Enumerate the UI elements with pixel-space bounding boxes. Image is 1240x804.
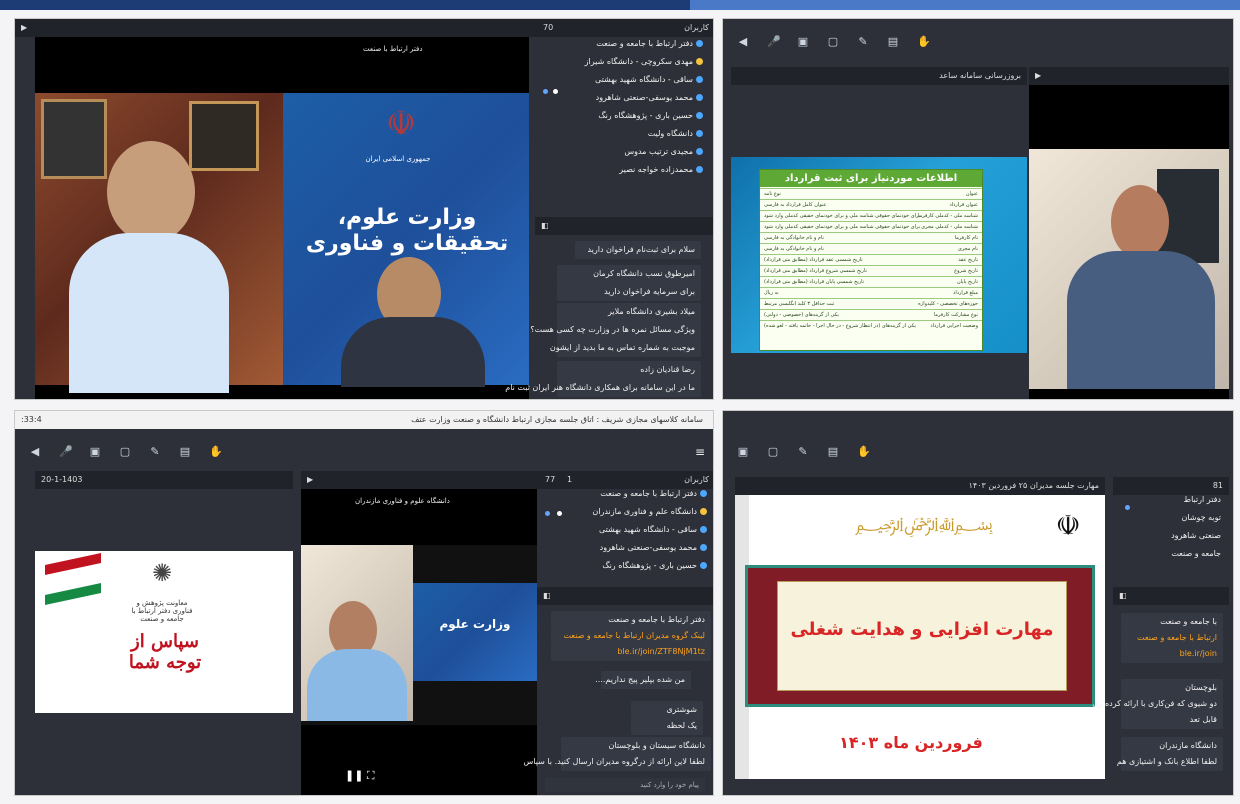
pen-icon[interactable]: ✎ [857,35,869,48]
participants-list: دفتر ارتباط توبه چوشان صنعتی شاهرود جامع… [1113,495,1229,575]
chat-message: میلاد بشیری دانشگاه ملایر [557,303,701,321]
presentation-header: مهارت جلسه مدیران ۲۵ فروردین ۱۴۰۳ [735,477,1105,495]
chat-header: ◧ [1113,587,1229,605]
chat-message: ویژگی مسائل نمره ها در وزارت چه کسی هست؟ [530,321,701,339]
speaker-icon[interactable]: ◀ [737,35,749,48]
user-row[interactable]: حسین باری - پژوهشگاه رنگ [598,111,703,129]
mic-icon [543,89,548,94]
pen-icon[interactable]: ✎ [797,445,809,458]
participants-count: 70 [543,23,554,32]
file-icon[interactable]: ▤ [887,35,899,48]
user-row[interactable]: ساقی - دانشگاه شهید بهشتی [595,75,703,93]
user-row[interactable]: دانشگاه علم و فناوری مازندران [592,507,707,525]
user-row[interactable]: محمد یوسفی-صنعتی شاهرود [600,543,707,561]
hand-icon[interactable]: ✋ [917,35,931,48]
toolbar: ◀ 🎤 ▣ ▢ ✎ ▤ ✋ [737,35,931,48]
window-title: سامانه کلاسهای مجازی شریف : اتاق جلسه مج… [411,415,703,424]
chat-message: امیرطوق نسب دانشگاه کرمان [557,265,701,283]
screenshot-collage: ▶ کاربران 70 دفتر ارتباط با صنعت ☫ جمهور… [0,0,1240,804]
mic-icon[interactable]: 🎤 [767,35,781,48]
top-accent-highlight [690,0,1240,10]
video-title: دفتر ارتباط با صنعت [363,45,423,53]
camera-icon [553,89,558,94]
share-icon[interactable]: ▢ [767,445,779,458]
file-icon[interactable]: ▤ [827,445,839,458]
user-row[interactable]: محمد یوسفی-صنعتی شاهرود [596,93,703,111]
user-row[interactable]: دفتر ارتباط با جامعه و صنعت [600,489,707,507]
chat-message: ما در این سامانه برای همکاری دانشگاه هنر… [505,379,701,397]
slide-title: اطلاعات موردنیاز برای ثبت قرارداد [760,170,982,187]
file-icon[interactable]: ▤ [179,445,191,458]
user-row[interactable]: حسین باری - پژوهشگاه رنگ [602,561,707,579]
hand-icon[interactable]: ✋ [857,445,871,458]
meeting-window-2: ◀ 🎤 ▣ ▢ ✎ ▤ ✋ بروزرسانی سامانه ساعد ▶ اطلاعات … [722,18,1234,400]
speaker-left-video [35,93,283,393]
user-row[interactable]: دانشگاه ولیت [648,129,703,147]
chat-panel: دفتر ارتباط با جامعه و صنعت لینک گروه مد… [524,605,713,777]
participants-list: دفتر ارتباط با جامعه و صنعت دانشگاه علم … [537,489,713,585]
top-accent-bar [0,0,1240,10]
presentation-header: ▶ [15,19,535,37]
slide-view[interactable]: اطلاعات موردنیاز برای ثبت قرارداد نوع نا… [731,157,1027,353]
chat-panel: سلام برای ثبت‌نام فراخوان دارید امیرطوق … [505,235,711,399]
speaker-icon[interactable]: ◀ [29,445,41,458]
share-icon[interactable]: ▢ [119,445,131,458]
clock-text: :33:4 [21,415,42,424]
presentation-header: بروزرسانی سامانه ساعد [731,67,1027,85]
chat-panel: با جامعه و صنعت ارتباط با جامعه و صنعت b… [1092,605,1229,777]
meeting-window-3: :33:4 سامانه کلاسهای مجازی شریف : اتاق ج… [14,410,714,796]
play-pause-icon[interactable]: ❚❚ ⛶ [345,769,375,783]
toolbar: ◀ 🎤 ▣ ▢ ✎ ▤ ✋ [29,445,223,458]
slide-date: فروردین ماه ۱۴۰۳ [839,733,983,752]
chat-message: سلام برای ثبت‌نام فراخوان دارید [575,241,701,259]
chat-header: ◧ [535,217,713,235]
meeting-window-4: ▣ ▢ ✎ ▤ ✋ مهارت جلسه مدیران ۲۵ فروردین ۱۴۰۳ … [722,410,1234,796]
contract-info-table: اطلاعات موردنیاز برای ثبت قرارداد نوع نا… [759,169,983,351]
participants-header: کاربران 70 [535,19,713,37]
participants-header: 81 [1113,477,1229,495]
presenter-video[interactable] [1029,85,1229,399]
share-icon[interactable]: ▢ [827,35,839,48]
participants-list: دفتر ارتباط با جامعه و صنعت مهدی سکروچی … [537,39,711,215]
main-video[interactable]: دفتر ارتباط با صنعت ☫ جمهوری اسلامی ایرا… [35,37,529,399]
chat-input[interactable]: پیام خود را وارد کنید [545,778,705,792]
hand-icon[interactable]: ✋ [209,445,223,458]
meeting-window-1: ▶ کاربران 70 دفتر ارتباط با صنعت ☫ جمهور… [14,18,714,400]
chat-message: برای سرمایه فراخوان دارید [557,283,701,301]
chat-header: ◧ [537,587,713,605]
video-header: ▶ [1029,67,1229,85]
chat-message: موجبت به شماره تماس به ما بدید از ایشون [550,339,701,357]
pen-icon[interactable]: ✎ [149,445,161,458]
user-row[interactable]: ساقی - دانشگاه شهید بهشتی [599,525,707,543]
video-header: ▶ [301,471,537,489]
camera-icon[interactable]: ▣ [737,445,749,458]
slide-title: مهارت افزایی و هدایت شغلی [790,619,1054,640]
window-titlebar: :33:4 سامانه کلاسهای مجازی شریف : اتاق ج… [15,411,713,429]
participants-header: کاربران 77 1 [537,471,713,489]
user-row[interactable]: مجیدی ترتیب مدوس [624,147,703,165]
camera-icon[interactable]: ▣ [797,35,809,48]
skills-slide[interactable]: ☫ ﷽ مهارت افزایی و هدایت شغلی فروردین ما… [735,495,1105,779]
chat-message: رضا قنادیان زاده [557,361,701,379]
user-row[interactable]: دفتر ارتباط با جامعه و صنعت [596,39,703,57]
mic-icon[interactable]: 🎤 [59,445,73,458]
thanks-slide[interactable]: ✺ معاونت پژوهش و فناوری دفتر ارتباط با ج… [35,551,293,713]
participants-title: کاربران [684,23,709,32]
speaker-right-video: ☫ جمهوری اسلامی ایران وزارت علوم، تحقیقا… [283,93,529,387]
presentation-header: 20-1-1403 [35,471,293,489]
user-row[interactable]: محمدزاده خواجه نصیر [619,165,703,183]
menu-icon[interactable]: ≡ [695,445,705,459]
camera-icon[interactable]: ▣ [89,445,101,458]
camera-panel[interactable]: دانشگاه علوم و فناوری مازندران وزارت علو… [301,489,537,795]
toolbar: ▣ ▢ ✎ ▤ ✋ [737,445,871,458]
user-row[interactable]: مهدی سکروچی - دانشگاه شیراز [585,57,703,75]
